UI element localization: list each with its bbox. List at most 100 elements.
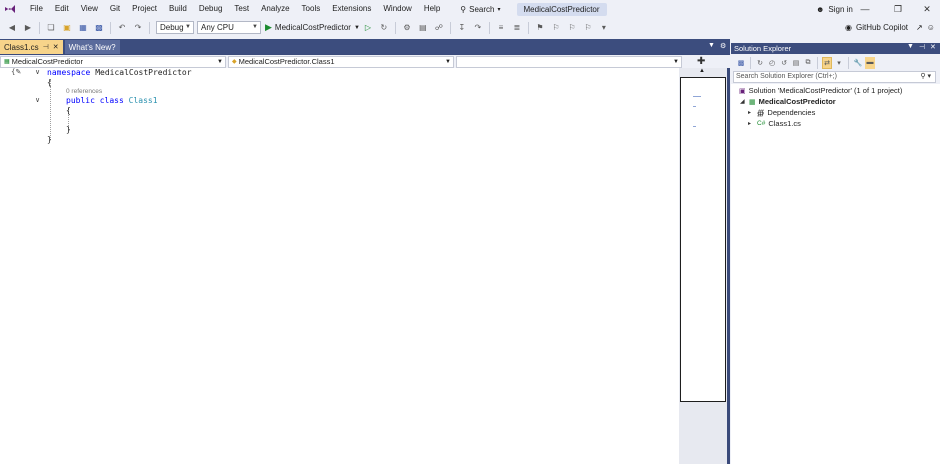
collapse-all-icon[interactable]: ▤	[791, 57, 801, 69]
quick-actions-icon[interactable]: {✎	[11, 68, 21, 76]
layout-icon[interactable]: ▤	[417, 22, 429, 34]
menu-git[interactable]: Git	[104, 0, 126, 18]
tab-whats-new[interactable]: What's New?	[64, 40, 120, 54]
solution-explorer-icon[interactable]: ⚙	[401, 22, 413, 34]
code-line-brace: }	[47, 135, 52, 144]
collapse-namespace-icon[interactable]: ∨	[35, 68, 40, 76]
csharp-project-icon: ▦	[749, 98, 756, 106]
search-menu[interactable]: ⚲ Search ▾	[454, 5, 506, 14]
split-window-icon[interactable]: ✚	[697, 56, 705, 67]
pending-changes-filter-icon[interactable]: ⇄	[822, 56, 832, 69]
search-icon: ⚲	[460, 4, 467, 14]
tab-class1-cs[interactable]: Class1.cs ⊣ ✕	[0, 40, 63, 54]
comment-icon[interactable]: ≡	[495, 22, 507, 34]
preview-icon[interactable]: ▬	[865, 56, 875, 69]
toolbar-overflow-icon[interactable]: ▾	[598, 22, 610, 34]
close-icon[interactable]: ✕	[930, 43, 936, 51]
close-icon[interactable]: ✕	[53, 43, 59, 51]
code-editor[interactable]: {✎ ∨ ∨ namespace MedicalCostPredictor { …	[0, 68, 679, 464]
project-dropdown[interactable]: ▦ MedicalCostPredictor ▼	[0, 55, 226, 68]
properties-icon[interactable]: 🔧	[853, 57, 863, 69]
dependencies-icon: ∰	[757, 109, 765, 117]
solution-explorer-header-controls: ▼ ⊣ ✕	[907, 43, 936, 51]
menu-debug[interactable]: Debug	[193, 0, 229, 18]
menu-help[interactable]: Help	[418, 0, 446, 18]
undo-icon[interactable]: ↶	[116, 22, 128, 34]
standard-toolbar: ◀ ▶ ❏ ▣ ▦ ▩ ↶ ↷ Debug ▼ Any CPU ▼ ▶ Medi…	[0, 18, 940, 37]
menu-extensions[interactable]: Extensions	[326, 0, 377, 18]
minimize-button[interactable]: —	[850, 0, 880, 18]
save-icon[interactable]: ▦	[77, 22, 89, 34]
start-without-debugging-icon[interactable]: ▷	[362, 22, 374, 34]
save-all-icon[interactable]: ▩	[93, 22, 105, 34]
close-button[interactable]: ✕	[912, 0, 940, 18]
step-over-icon[interactable]: ↷	[472, 22, 484, 34]
code-lens-references[interactable]: 0 references	[66, 88, 102, 95]
uncomment-icon[interactable]: ≣	[511, 22, 523, 34]
platform-select[interactable]: Any CPU ▼	[197, 21, 261, 34]
toolbar-separator	[750, 56, 751, 69]
tree-item-label: Solution 'MedicalCostPredictor' (1 of 1 …	[748, 86, 903, 95]
next-bookmark-icon[interactable]: ⚐	[566, 22, 578, 34]
forward-icon[interactable]: ▶	[22, 22, 34, 34]
tree-item-solution[interactable]: ▣ Solution 'MedicalCostPredictor' (1 of …	[739, 85, 902, 96]
step-into-icon[interactable]: ↧	[456, 22, 468, 34]
search-icon[interactable]: ⚲ ▾	[920, 72, 931, 82]
maximize-button[interactable]: ❐	[883, 0, 913, 18]
redo-icon[interactable]: ↷	[132, 22, 144, 34]
tab-dropdown-icon[interactable]: ▼	[708, 42, 715, 50]
scrollbar-map-thumb[interactable]	[680, 77, 726, 402]
hot-reload-icon[interactable]: ↻	[378, 22, 390, 34]
tree-item-project[interactable]: ◢ ▦ MedicalCostPredictor	[740, 96, 836, 107]
new-project-icon[interactable]: ❏	[45, 22, 57, 34]
type-dropdown[interactable]: ◆ MedicalCostPredictor.Class1 ▼	[228, 55, 454, 68]
menu-test[interactable]: Test	[228, 0, 255, 18]
switch-views-icon[interactable]: ▩	[736, 57, 746, 69]
settings-icon[interactable]: ⚙	[720, 42, 726, 50]
solution-explorer-toolbar: ▩ ↻ ◴ ↺ ▤ ⧉ ⇄ ▾ 🔧 ▬	[731, 55, 940, 70]
menu-analyze[interactable]: Analyze	[255, 0, 295, 18]
toolbar-separator	[449, 21, 451, 34]
visual-studio-logo-icon[interactable]	[4, 4, 16, 14]
history-icon[interactable]: ◴	[767, 57, 777, 69]
collapsed-arrow-icon[interactable]: ▸	[748, 120, 754, 127]
bookmark-icon[interactable]: ⚑	[534, 22, 546, 34]
menu-tools[interactable]: Tools	[296, 0, 327, 18]
tree-item-dependencies[interactable]: ▸ ∰ Dependencies	[748, 107, 815, 118]
collapsed-arrow-icon[interactable]: ▸	[748, 109, 754, 116]
collapse-class-icon[interactable]: ∨	[35, 96, 40, 104]
menu-window[interactable]: Window	[377, 0, 417, 18]
code-line-brace: {	[66, 106, 71, 115]
window-position-icon[interactable]: ▼	[907, 43, 914, 51]
menu-edit[interactable]: Edit	[49, 0, 75, 18]
solution-explorer-search-input[interactable]: Search Solution Explorer (Ctrl+;) ⚲ ▾	[733, 71, 936, 83]
menu-file[interactable]: File	[24, 0, 49, 18]
start-debugging-button[interactable]: ▶ MedicalCostPredictor ▼	[265, 22, 360, 33]
pin-icon[interactable]: ⊣	[919, 43, 925, 51]
configuration-value: Debug	[160, 23, 184, 32]
configuration-select[interactable]: Debug ▼	[156, 21, 194, 34]
project-dropdown-value: MedicalCostPredictor	[11, 56, 83, 66]
sign-in-button[interactable]: ☻ Sign in	[816, 0, 853, 18]
menu-view[interactable]: View	[75, 0, 104, 18]
open-folder-icon[interactable]: ▣	[61, 22, 73, 34]
browser-link-icon[interactable]: ☍	[433, 22, 445, 34]
map-mark	[693, 126, 696, 127]
show-all-files-icon[interactable]: ⧉	[803, 57, 813, 69]
menu-project[interactable]: Project	[126, 0, 163, 18]
member-dropdown[interactable]: ▼	[456, 55, 682, 68]
scroll-up-icon[interactable]: ▲	[699, 68, 705, 74]
github-copilot-button[interactable]: ◉ GitHub Copilot ↗ ☺	[845, 18, 935, 37]
refresh-icon[interactable]: ↺	[779, 57, 789, 69]
chevron-down-icon[interactable]: ▾	[834, 57, 844, 69]
prev-bookmark-icon[interactable]: ⚐	[550, 22, 562, 34]
pin-icon[interactable]: ⊣	[43, 43, 49, 51]
menu-build[interactable]: Build	[163, 0, 193, 18]
csharp-file-icon: C#	[757, 120, 766, 127]
sync-icon[interactable]: ↻	[755, 57, 765, 69]
back-icon[interactable]: ◀	[6, 22, 18, 34]
copilot-icon: ◉	[845, 23, 852, 32]
tree-item-class1-cs[interactable]: ▸ C# Class1.cs	[748, 118, 801, 129]
clear-bookmarks-icon[interactable]: ⚐	[582, 22, 594, 34]
expanded-arrow-icon[interactable]: ◢	[740, 98, 746, 105]
